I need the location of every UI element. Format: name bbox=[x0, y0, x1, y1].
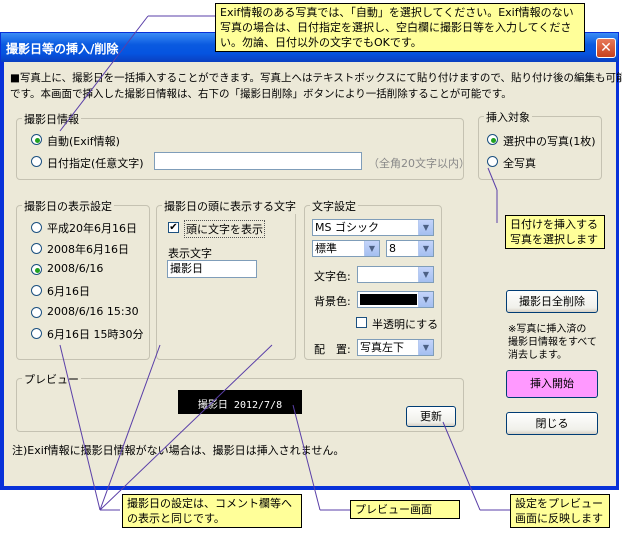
leader-line bbox=[59, 344, 101, 511]
callout-lines bbox=[59, 15, 512, 511]
callout-preview: プレビュー画面 bbox=[350, 500, 460, 519]
leader-line bbox=[59, 15, 149, 132]
leader-line bbox=[99, 344, 161, 511]
leader-line bbox=[99, 344, 273, 511]
callout-reflect: 設定をプレビュー画面に反映します bbox=[510, 494, 610, 528]
leader-line bbox=[487, 167, 498, 191]
callout-comment: 撮影日の設定は、コメント欄等への表示と同じです。 bbox=[122, 494, 302, 528]
leader-line bbox=[442, 421, 481, 511]
callout-target: 日付けを挿入する写真を選択します bbox=[505, 215, 605, 249]
callout-top: Exif情報のある写真では、「自動」を選択してください。Exif情報のない写真の… bbox=[215, 3, 585, 52]
